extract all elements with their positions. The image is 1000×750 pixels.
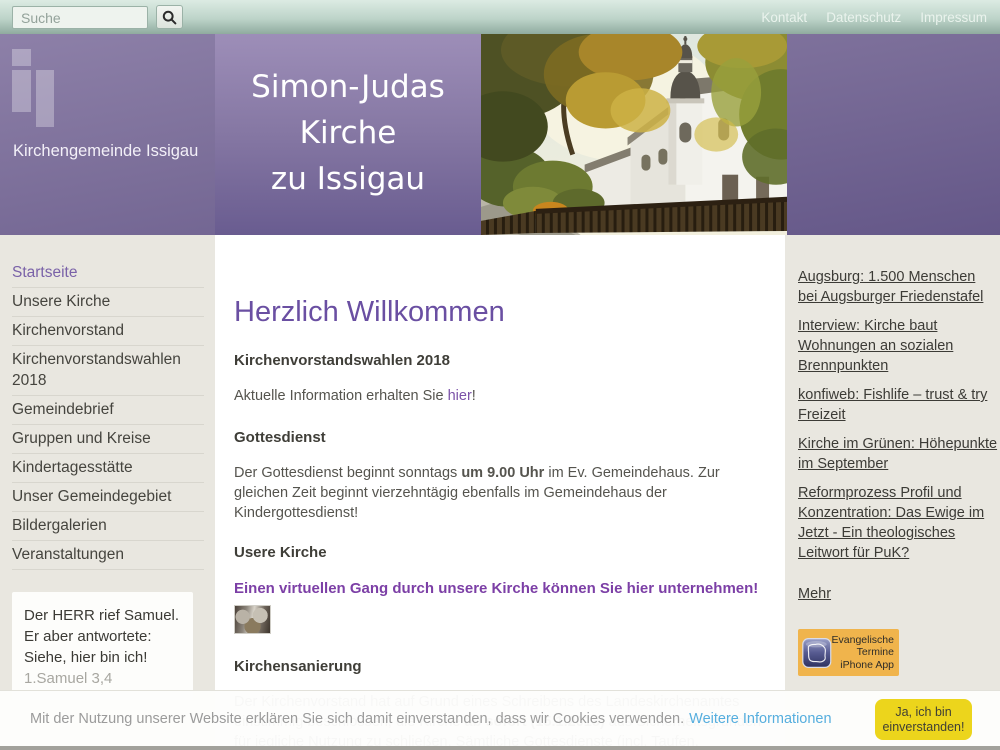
header-photo: [481, 34, 787, 235]
main-content: Herzlich Willkommen Kirchenvorstandswahl…: [234, 235, 769, 750]
sidebar-item-kirchenvorstandswahlen-2018[interactable]: Kirchenvorstandswahlen 2018: [12, 346, 204, 396]
text-run: Der Gottesdienst beginnt sonntags: [234, 465, 461, 481]
page-title: Herzlich Willkommen: [234, 295, 769, 329]
site-title-block: Simon-Judas Kirche zu Issigau: [215, 34, 481, 235]
bold-run: um 9.00 Uhr: [461, 465, 544, 481]
app-badge-text: Evangelische Termine iPhone App: [832, 634, 894, 672]
site-title-line: Simon-Judas: [215, 64, 481, 110]
topbar-link-kontakt[interactable]: Kontakt: [761, 10, 807, 25]
sidebar-item-unsere-kirche[interactable]: Unsere Kirche: [12, 288, 204, 317]
news-link-kirche-im-gruenen[interactable]: Kirche im Grünen: Höhepunkte im Septembe…: [798, 434, 998, 474]
text-run: !: [472, 388, 476, 404]
logo-bar-left: [12, 70, 31, 112]
site-title-line: zu Issigau: [215, 156, 481, 202]
sidebar-nav: Startseite Unsere Kirche Kirchenvorstand…: [12, 235, 204, 700]
bible-verse-box: Der HERR rief Samuel. Er aber antwortete…: [12, 592, 193, 700]
news-link-interview[interactable]: Interview: Kirche baut Wohnungen an sozi…: [798, 316, 998, 376]
news-sidebar: Augsburg: 1.500 Menschen bei Augsburger …: [798, 235, 998, 676]
site-title-line: Kirche: [215, 110, 481, 156]
site-name: Kirchengemeinde Issigau: [13, 142, 198, 161]
cookie-accept-button[interactable]: Ja, ich bin einverstanden!: [875, 699, 972, 740]
sidebar-item-kirchenvorstand[interactable]: Kirchenvorstand: [12, 317, 204, 346]
page: Kontakt Datenschutz Impressum Kirchengem…: [0, 0, 1000, 750]
bible-verse-text: Der HERR rief Samuel. Er aber antwortete…: [24, 605, 181, 668]
search-icon: [162, 10, 177, 25]
iphone-app-badge[interactable]: Evangelische Termine iPhone App: [798, 629, 899, 676]
section-title-gottesdienst: Gottesdienst: [234, 429, 769, 446]
cookie-info-link[interactable]: Weitere Informationen: [689, 711, 831, 727]
sidebar-item-bildergalerien[interactable]: Bildergalerien: [12, 512, 204, 541]
paragraph-wahlen: Aktuelle Information erhalten Sie hier!: [234, 386, 769, 406]
app-badge-line: Evangelische: [832, 634, 894, 647]
news-link-friedenstafel[interactable]: Augsburg: 1.500 Menschen bei Augsburger …: [798, 267, 998, 307]
cookie-text: Mit der Nutzung unserer Website erklären…: [30, 711, 684, 727]
app-icon: [802, 634, 832, 672]
site-header: Kirchengemeinde Issigau Simon-Judas Kirc…: [0, 34, 1000, 235]
logo-square-small: [12, 49, 31, 66]
topbar-link-impressum[interactable]: Impressum: [920, 10, 987, 25]
cookie-message: Mit der Nutzung unserer Website erklären…: [30, 691, 832, 747]
news-more-link[interactable]: Mehr: [798, 586, 831, 602]
church-interior-thumbnail[interactable]: [234, 605, 271, 634]
church-photo-illustration: [481, 34, 787, 235]
virtual-tour-link[interactable]: Einen virtuellen Gang durch unsere Kirch…: [234, 579, 769, 599]
section-title-kirchensanierung: Kirchensanierung: [234, 658, 769, 675]
sidebar-item-gruppen-und-kreise[interactable]: Gruppen und Kreise: [12, 425, 204, 454]
footer-strip: [0, 746, 1000, 750]
app-badge-line: iPhone App: [832, 659, 894, 672]
paragraph-gottesdienst: Der Gottesdienst beginnt sonntags um 9.0…: [234, 463, 769, 523]
topbar-links: Kontakt Datenschutz Impressum: [761, 0, 987, 34]
search-button[interactable]: [156, 5, 183, 29]
section-title-usere-kirche: Usere Kirche: [234, 544, 769, 561]
section-title-wahlen: Kirchenvorstandswahlen 2018: [234, 352, 769, 369]
search-input[interactable]: [12, 6, 148, 29]
sidebar-item-kindertagesstaette[interactable]: Kindertagesstätte: [12, 454, 204, 483]
news-link-reformprozess[interactable]: Reformprozess Profil und Konzentration: …: [798, 483, 998, 563]
app-badge-line: Termine: [832, 646, 894, 659]
sidebar-item-veranstaltungen[interactable]: Veranstaltungen: [12, 541, 204, 570]
news-link-konfiweb[interactable]: konfiweb: Fishlife – trust & try Freizei…: [798, 385, 998, 425]
hier-link[interactable]: hier: [448, 388, 472, 404]
logo-bar-right: [36, 70, 54, 127]
bible-verse-source: 1.Samuel 3,4: [24, 670, 181, 687]
text-run: Aktuelle Information erhalten Sie: [234, 388, 448, 404]
cookie-banner: Mit der Nutzung unserer Website erklären…: [0, 690, 1000, 746]
topbar: Kontakt Datenschutz Impressum: [0, 0, 1000, 34]
sidebar-item-unser-gemeindegebiet[interactable]: Unser Gemeindegebiet: [12, 483, 204, 512]
sidebar-item-startseite[interactable]: Startseite: [12, 259, 204, 288]
sidebar-item-gemeindebrief[interactable]: Gemeindebrief: [12, 396, 204, 425]
topbar-link-datenschutz[interactable]: Datenschutz: [826, 10, 901, 25]
